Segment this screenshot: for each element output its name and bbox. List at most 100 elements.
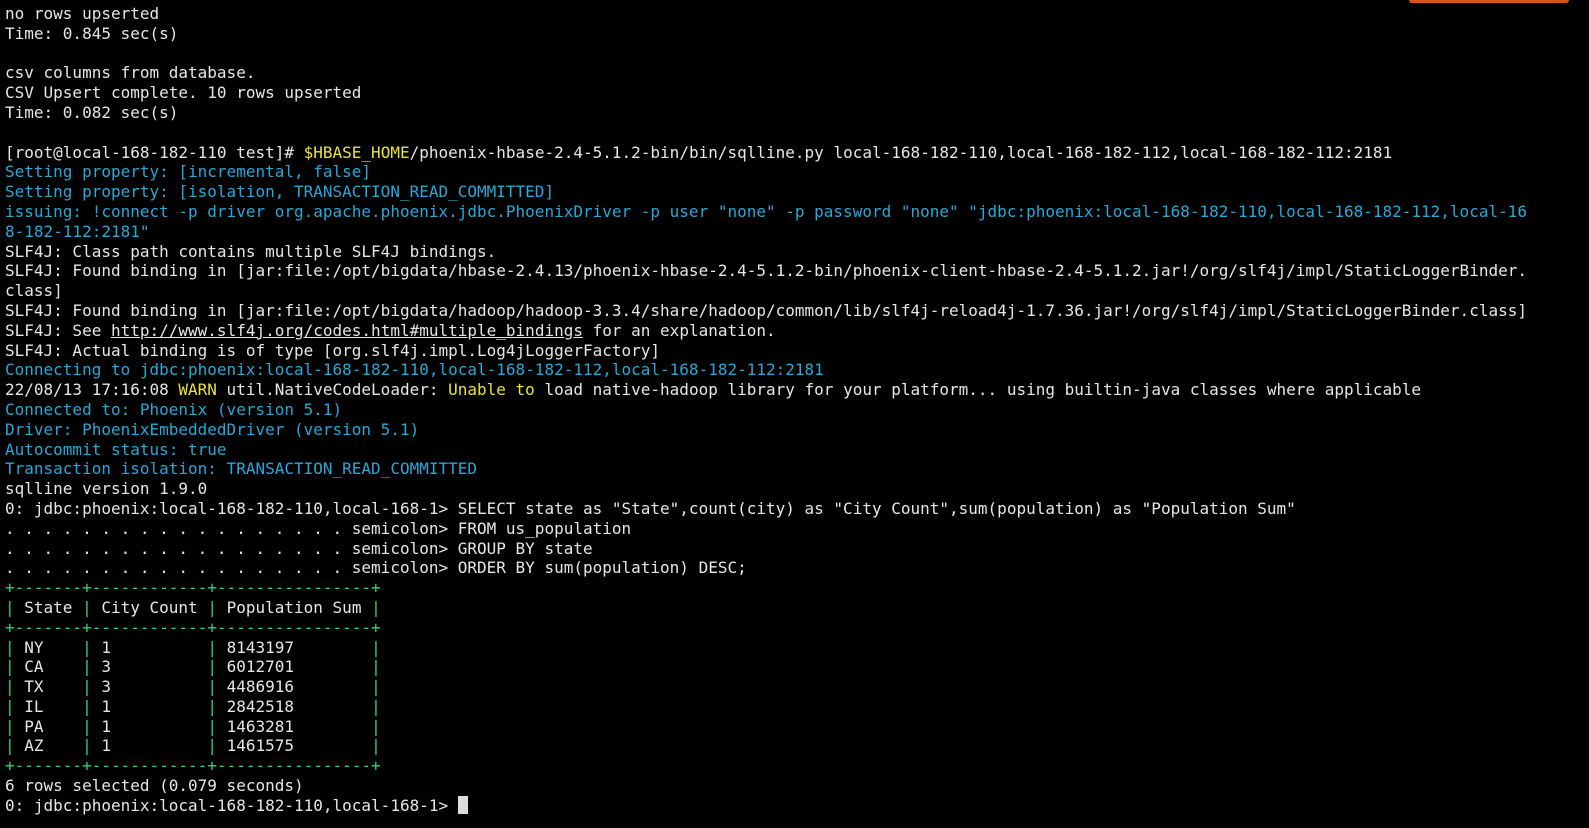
- table-cell: IL: [14, 696, 83, 716]
- env-variable: $HBASE_HOME: [303, 142, 410, 162]
- table-separator: |: [5, 736, 15, 756]
- query-line: 0: jdbc:phoenix:local-168-182-110,local-…: [5, 498, 1296, 518]
- table-row: | AZ | 1 | 1461575 |: [5, 736, 1589, 756]
- table-separator: |: [5, 677, 15, 697]
- table-separator: |: [207, 657, 217, 677]
- slf4j-output: SLF4J: Class path contains multiple SLF4…: [5, 242, 1589, 321]
- table-cell: 3: [91, 677, 208, 697]
- slf4j-docs-link[interactable]: http://www.slf4j.org/codes.html#multiple…: [111, 321, 583, 340]
- table-separator: |: [207, 597, 217, 617]
- slf4j-line: SLF4J: Class path contains multiple SLF4…: [5, 241, 497, 261]
- output-line: csv columns from database.: [5, 63, 256, 83]
- slf4j-line: SLF4J: Found binding in [jar:file:/opt/b…: [5, 261, 1527, 281]
- connected-info: Connected to: Phoenix (version 5.1) Drive…: [5, 400, 1589, 479]
- connected-line: Driver: PhoenixEmbeddedDriver (version 5…: [5, 419, 420, 439]
- slf4j-see-line: SLF4J: See http://www.slf4j.org/codes.ht…: [5, 320, 776, 340]
- table-row: | NY | 1 | 8143197 |: [5, 638, 1589, 658]
- result-table: +-------+------------+----------------+ |…: [5, 578, 1589, 776]
- table-border: +-------+------------+----------------+: [5, 578, 381, 598]
- table-cell: 1: [91, 637, 208, 657]
- table-cell: 2842518: [216, 696, 372, 716]
- table-separator: |: [207, 637, 217, 657]
- table-cell: State: [14, 597, 83, 617]
- output-line: no rows upserted: [5, 4, 160, 23]
- terminal-window[interactable]: no rows upserted Time: 0.845 sec(s) csv co…: [0, 0, 1589, 828]
- query-line: . . . . . . . . . . . . . . . . . . semi…: [5, 538, 593, 558]
- warn-line: 22/08/13 17:16:08 WARN util.NativeCodeLo…: [5, 380, 1422, 400]
- table-separator: |: [207, 696, 217, 716]
- connected-line: Transaction isolation: TRANSACTION_READ_…: [5, 459, 478, 479]
- table-cell: AZ: [14, 736, 83, 756]
- table-row: | PA | 1 | 1463281 |: [5, 717, 1589, 737]
- table-cell: 1461575: [216, 736, 372, 756]
- table-separator: |: [207, 677, 217, 697]
- window-accent-bar: [1409, 0, 1569, 3]
- output-line: Time: 0.082 sec(s): [5, 102, 179, 122]
- output-line: CSV Upsert complete. 10 rows upserted: [5, 83, 362, 103]
- table-cell: 4486916: [216, 677, 372, 697]
- table-separator: |: [82, 637, 92, 657]
- table-row: | TX | 3 | 4486916 |: [5, 677, 1589, 697]
- connecting-line: Connecting to jdbc:phoenix:local-168-182…: [5, 360, 824, 380]
- table-cell: 1: [91, 696, 208, 716]
- table-cell: CA: [14, 657, 83, 677]
- table-cell: NY: [14, 637, 83, 657]
- text-cursor: [457, 795, 468, 814]
- warn-highlight: Unable to: [448, 380, 535, 400]
- query-line: . . . . . . . . . . . . . . . . . . semi…: [5, 558, 747, 578]
- table-separator: |: [207, 716, 217, 736]
- table-separator: |: [371, 657, 381, 677]
- warn-level: WARN: [178, 380, 217, 400]
- input-line[interactable]: 0: jdbc:phoenix:local-168-182-110,local-…: [5, 795, 1589, 816]
- setup-line: 8-182-112:2181": [5, 221, 150, 241]
- table-cell: City Count: [91, 597, 208, 617]
- sqlline-version-line: sqlline version 1.9.0: [5, 479, 208, 499]
- slf4j-line: SLF4J: Found binding in [jar:file:/opt/b…: [5, 300, 1527, 320]
- table-separator: |: [371, 677, 381, 697]
- table-separator: |: [207, 736, 217, 756]
- table-header-row: | State | City Count | Population Sum |: [5, 598, 1589, 618]
- table-cell: 1: [91, 716, 208, 736]
- table-separator: |: [371, 716, 381, 736]
- table-separator: |: [82, 677, 92, 697]
- table-border: +-------+------------+----------------+: [5, 756, 381, 776]
- table-separator: |: [5, 637, 15, 657]
- table-separator: |: [371, 696, 381, 716]
- table-separator: |: [5, 657, 15, 677]
- table-separator: |: [82, 696, 92, 716]
- table-separator: |: [82, 657, 92, 677]
- table-separator: |: [5, 696, 15, 716]
- setup-line: Setting property: [incremental, false]: [5, 162, 372, 182]
- table-row: | IL | 1 | 2842518 |: [5, 697, 1589, 717]
- connected-line: Autocommit status: true: [5, 439, 227, 459]
- table-cell: 8143197: [216, 637, 372, 657]
- previous-output: no rows upserted Time: 0.845 sec(s) csv co…: [5, 4, 1589, 143]
- shell-prompt: [root@local-168-182-110 test]#: [5, 142, 304, 162]
- slf4j-line: class]: [5, 281, 63, 301]
- sql-prompt: 0: jdbc:phoenix:local-168-182-110,local-…: [5, 795, 458, 815]
- table-cell: 1: [91, 736, 208, 756]
- table-separator: |: [82, 597, 92, 617]
- shell-command-line: [root@local-168-182-110 test]# $HBASE_HO…: [5, 143, 1589, 163]
- table-separator: |: [371, 637, 381, 657]
- table-cell: 3: [91, 657, 208, 677]
- result-summary: 6 rows selected (0.079 seconds): [5, 776, 304, 796]
- table-cell: Population Sum: [216, 597, 372, 617]
- table-separator: |: [5, 597, 15, 617]
- query-line: . . . . . . . . . . . . . . . . . . semi…: [5, 518, 632, 538]
- setup-line: Setting property: [isolation, TRANSACTIO…: [5, 182, 555, 202]
- table-separator: |: [371, 736, 381, 756]
- table-cell: 6012701: [216, 657, 372, 677]
- sql-query: 0: jdbc:phoenix:local-168-182-110,local-…: [5, 499, 1589, 578]
- output-line: Time: 0.845 sec(s): [5, 23, 179, 43]
- table-border: +-------+------------+----------------+: [5, 617, 381, 637]
- table-row: | CA | 3 | 6012701 |: [5, 657, 1589, 677]
- table-separator: |: [82, 716, 92, 736]
- table-cell: PA: [14, 716, 83, 736]
- connection-setup-output: Setting property: [incremental, false] Se…: [5, 162, 1589, 241]
- table-cell: 1463281: [216, 716, 372, 736]
- command-args: /phoenix-hbase-2.4-5.1.2-bin/bin/sqlline…: [409, 142, 1393, 162]
- connected-line: Connected to: Phoenix (version 5.1): [5, 399, 343, 419]
